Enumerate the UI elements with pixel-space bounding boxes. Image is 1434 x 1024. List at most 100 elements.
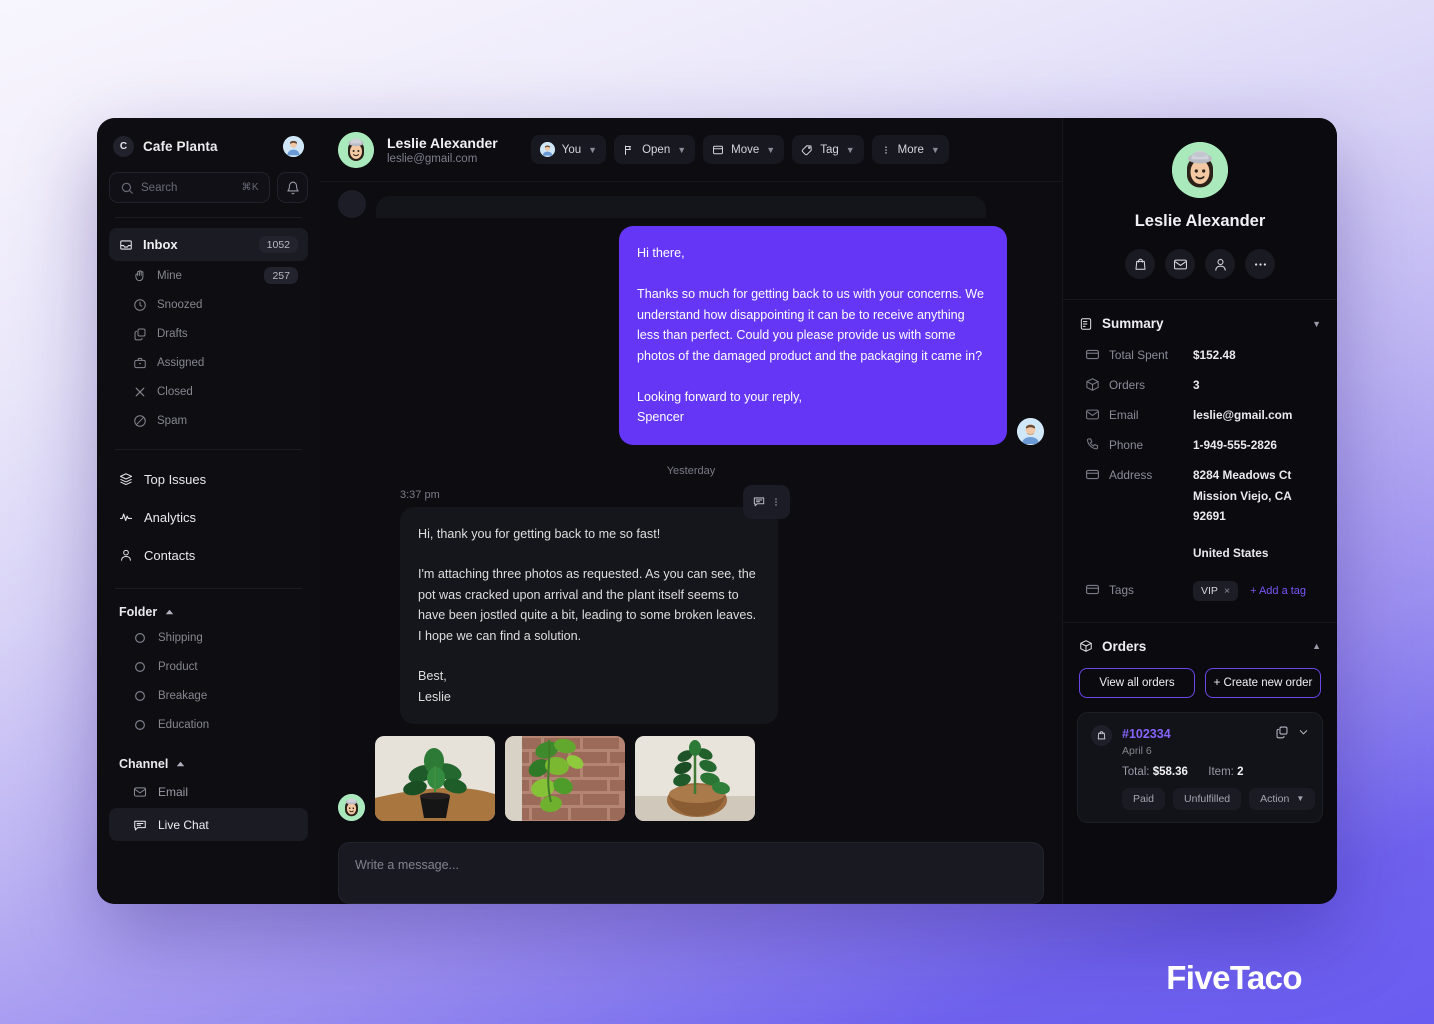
channel-item-live-chat[interactable]: Live Chat <box>109 808 308 841</box>
order-total-value: $58.36 <box>1152 765 1188 778</box>
attachment-thumbnail[interactable] <box>375 736 495 822</box>
summary-row-orders: Orders 3 <box>1063 371 1337 401</box>
assignee-dropdown[interactable]: You ▼ <box>530 135 607 164</box>
sidebar-item-assigned[interactable]: Assigned <box>109 348 308 377</box>
summary-value: 1-949-555-2826 <box>1193 438 1277 452</box>
message-actions[interactable] <box>743 484 790 519</box>
attachment-thumbnail[interactable] <box>505 736 625 822</box>
channel-group-header[interactable]: Channel <box>109 751 308 775</box>
search-placeholder: Search <box>141 181 178 194</box>
summary-title: Summary <box>1102 316 1164 331</box>
sidebar-item-label: Inbox <box>143 237 178 252</box>
document-icon <box>1079 317 1093 331</box>
box-icon <box>1079 639 1093 653</box>
person-icon <box>119 548 133 562</box>
summary-value-country: United States <box>1193 545 1269 560</box>
summary-label: Email <box>1109 408 1139 422</box>
sidebar-item-inbox[interactable]: Inbox 1052 <box>109 228 308 261</box>
sidebar-item-label: Analytics <box>144 509 197 525</box>
order-card-actions <box>1275 725 1309 739</box>
user-avatar[interactable] <box>283 136 304 157</box>
message-input[interactable]: Write a message... <box>338 842 1044 904</box>
sidebar-item-mine[interactable]: Mine 257 <box>109 261 308 290</box>
divider <box>115 449 302 450</box>
conversation-panel: Leslie Alexander leslie@gmail.com You ▼ … <box>320 118 1062 904</box>
comment-icon[interactable] <box>752 495 766 509</box>
orders-title: Orders <box>1102 638 1147 654</box>
person-icon[interactable] <box>1205 249 1235 279</box>
order-number[interactable]: #102334 <box>1122 727 1171 741</box>
tag-chip-vip[interactable]: VIP × <box>1193 580 1239 601</box>
folder-item-breakage[interactable]: Breakage <box>109 681 308 710</box>
status-dropdown[interactable]: Open ▼ <box>614 135 696 164</box>
attachment-thumbnail[interactable] <box>635 736 755 822</box>
summary-section-header[interactable]: Summary ▼ <box>1063 300 1337 341</box>
order-card[interactable]: #102334 April 6 Total: $58.36 Item: 2 Pa… <box>1077 711 1323 823</box>
sidebar-item-label: Top Issues <box>144 471 207 487</box>
chevron-down-icon: ▼ <box>845 144 855 155</box>
folder-item-label: Education <box>158 718 210 731</box>
day-separator: Yesterday <box>666 464 716 477</box>
folder-item-education[interactable]: Education <box>109 710 308 739</box>
folder-item-product[interactable]: Product <box>109 652 308 681</box>
sidebar-item-label: Snoozed <box>157 298 203 311</box>
sidebar-item-snoozed[interactable]: Snoozed <box>109 290 308 319</box>
notifications-button[interactable] <box>277 172 308 203</box>
workspace-header[interactable]: C Cafe Planta <box>109 132 308 157</box>
tag-dropdown[interactable]: Tag ▼ <box>792 135 864 164</box>
avatar <box>338 190 366 218</box>
search-input[interactable]: Search ⌘K <box>109 172 270 203</box>
sidebar-item-spam[interactable]: Spam <box>109 406 308 435</box>
app-window: C Cafe Planta Search ⌘K Inbox 1052 Mine … <box>97 118 1337 904</box>
avatar[interactable] <box>1172 142 1228 198</box>
contact-quick-actions <box>1063 249 1337 279</box>
channel-item-email[interactable]: Email <box>109 775 308 808</box>
chevron-up-icon[interactable] <box>176 757 185 771</box>
copy-icon[interactable] <box>1275 725 1289 739</box>
view-all-orders-button[interactable]: View all orders <box>1079 667 1195 698</box>
more-dropdown[interactable]: More ▼ <box>871 135 949 164</box>
sidebar-item-closed[interactable]: Closed <box>109 377 308 406</box>
create-new-order-button[interactable]: + Create new order <box>1205 667 1321 698</box>
message-composer: Write a message... <box>320 832 1062 904</box>
contact-avatar[interactable] <box>338 131 374 168</box>
chevron-down-icon: ▼ <box>677 144 687 155</box>
contact-avatar-small[interactable] <box>338 794 365 822</box>
card-icon <box>1085 582 1100 602</box>
card-icon <box>1085 347 1100 367</box>
order-action-dropdown[interactable]: Action ▼ <box>1249 787 1316 810</box>
message-thread[interactable]: Hi there, Thanks so much for getting bac… <box>320 182 1062 832</box>
add-tag-button[interactable]: + Add a tag <box>1250 585 1306 597</box>
folder-group-header[interactable]: Folder plus-icon <box>109 599 308 623</box>
folder-item-shipping[interactable]: Shipping <box>109 623 308 652</box>
chevron-down-icon[interactable]: ▼ <box>1312 319 1321 329</box>
sidebar-item-contacts[interactable]: Contacts <box>109 536 308 574</box>
sidebar-item-analytics[interactable]: Analytics <box>109 498 308 536</box>
orders-section-header[interactable]: Orders ▲ <box>1063 623 1337 664</box>
close-icon[interactable]: × <box>1224 585 1230 597</box>
sidebar-item-label: Contacts <box>144 547 196 563</box>
mail-icon <box>133 785 147 799</box>
chevron-down-icon: ▼ <box>930 144 940 155</box>
mail-icon[interactable] <box>1165 249 1195 279</box>
contact-hero: Leslie Alexander <box>1063 118 1337 299</box>
chevron-up-icon[interactable]: ▲ <box>1312 641 1321 651</box>
search-icon <box>120 181 134 195</box>
sidebar-item-drafts[interactable]: Drafts <box>109 319 308 348</box>
move-dropdown[interactable]: Move ▼ <box>703 135 785 164</box>
sidebar-item-top-issues[interactable]: Top Issues <box>109 460 308 498</box>
chevron-up-icon[interactable] <box>165 605 174 619</box>
chevron-down-icon[interactable] <box>1298 725 1309 739</box>
dots-horizontal-icon[interactable] <box>1245 249 1275 279</box>
summary-label: Tags <box>1109 583 1134 598</box>
tag-chip-label: VIP <box>1201 584 1218 597</box>
summary-row-country: United States <box>1063 531 1337 568</box>
search-row: Search ⌘K <box>109 172 308 203</box>
dots-vertical-icon[interactable] <box>771 495 781 509</box>
layers-icon <box>119 472 133 486</box>
shopify-icon[interactable] <box>1125 249 1155 279</box>
incoming-message-bubble: Hi, thank you for getting back to me so … <box>400 506 778 725</box>
summary-value: leslie@gmail.com <box>1193 408 1293 422</box>
agent-avatar[interactable] <box>1017 417 1044 445</box>
message-bubble-partial <box>376 196 986 218</box>
